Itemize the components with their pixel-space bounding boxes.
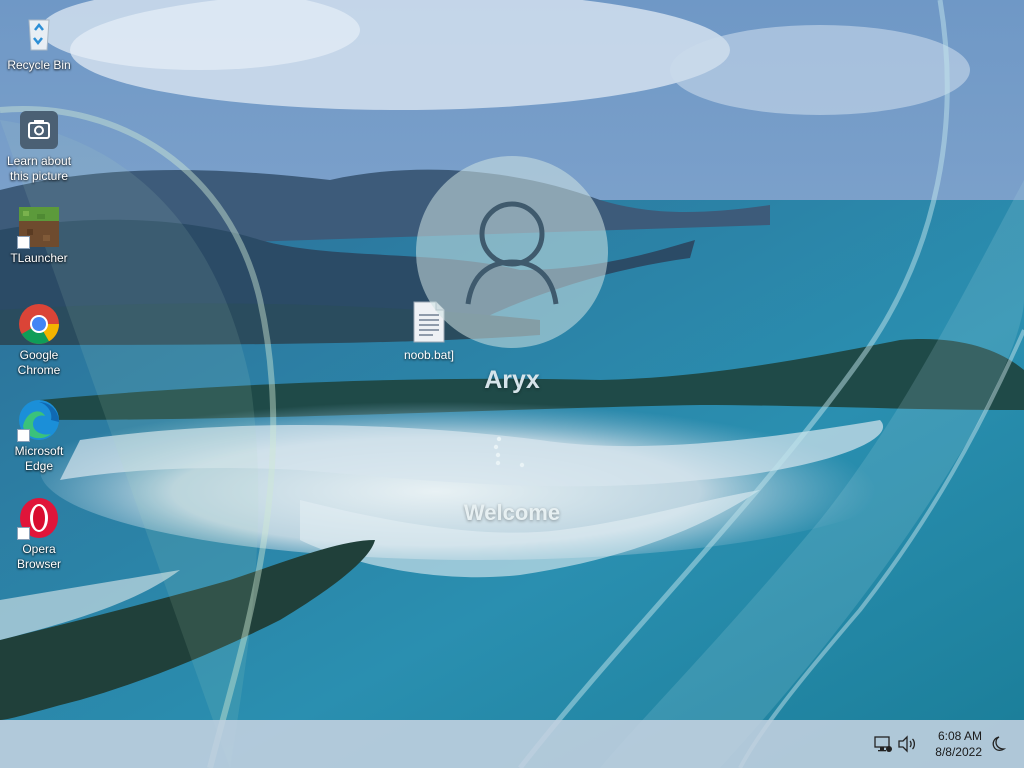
chrome-icon [17,302,61,346]
user-avatar [416,156,608,348]
edge-icon [17,398,61,442]
shortcut-arrow-icon [17,429,30,442]
shortcut-arrow-icon [17,236,30,249]
desktop-icon-recycle-bin[interactable]: Recycle Bin [1,12,77,73]
desktop-icon-label: Opera Browser [16,542,61,571]
desktop-icon-label: Learn about this picture [6,154,72,183]
loading-spinner-icon [487,433,533,473]
user-name: Aryx [484,366,540,394]
recycle-bin-icon [17,12,61,56]
moon-icon[interactable] [987,734,1007,754]
desktop-file-label: noob.bat] [403,348,455,362]
desktop-icon-tlauncher[interactable]: TLauncher [1,205,77,266]
camera-icon [17,108,61,152]
shortcut-arrow-icon [17,527,30,540]
desktop-icon-opera-browser[interactable]: Opera Browser [1,496,77,572]
desktop-icon-learn-about-picture[interactable]: Learn about this picture [1,108,77,184]
welcome-text: Welcome [463,500,561,525]
taskbar: 6:08 AM 8/8/2022 [0,720,1024,768]
desktop-icon-label: Google Chrome [17,348,61,377]
clock-date: 8/8/2022 [935,745,982,759]
desktop-icon-microsoft-edge[interactable]: Microsoft Edge [1,398,77,474]
desktop-icon-label: Microsoft Edge [14,444,64,473]
clock-time: 6:08 AM [937,729,982,743]
desktop-icon-label: Recycle Bin [7,58,71,72]
desktop-icon-label: TLauncher [10,251,68,265]
opera-icon [17,496,61,540]
network-icon[interactable] [873,734,893,754]
user-icon [465,201,559,305]
desktop-screen: Recycle Bin Learn about this picture TLa… [0,0,1024,768]
taskbar-clock[interactable]: 6:08 AM 8/8/2022 [912,728,982,760]
minecraft-block-icon [17,205,61,249]
desktop-icon-google-chrome[interactable]: Google Chrome [1,302,77,378]
